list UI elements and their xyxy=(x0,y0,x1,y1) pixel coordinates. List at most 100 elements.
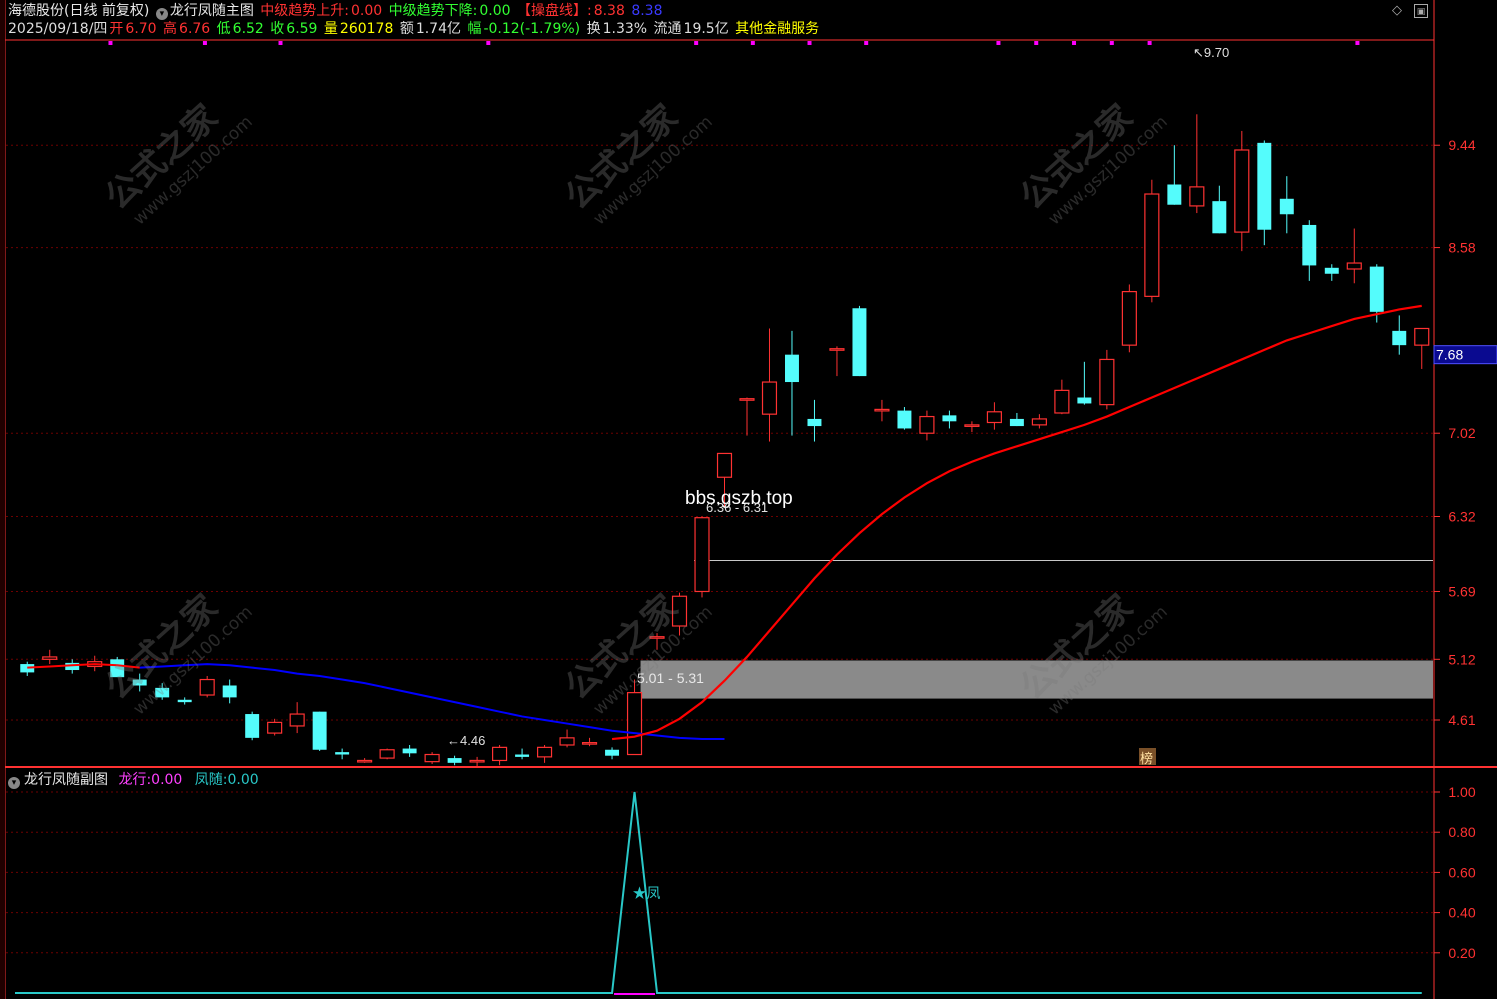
stock-name: 海德股份(日线 前复权) xyxy=(8,3,150,19)
signal-dot xyxy=(1109,41,1114,45)
candle-body xyxy=(807,418,822,427)
feng-value: 0.00 xyxy=(227,772,259,788)
candle-body xyxy=(1302,224,1317,266)
candle-body xyxy=(245,714,260,738)
sub-y-tick-label: 0.20 xyxy=(1448,945,1475,961)
candle-body xyxy=(132,679,147,686)
candle-body xyxy=(785,354,799,383)
quote-high: 6.76 xyxy=(179,21,211,37)
candle-body xyxy=(155,687,170,698)
candle-body xyxy=(694,517,710,593)
pan-value: 8.38 xyxy=(593,3,625,19)
candle-body xyxy=(379,749,395,759)
feng-sui-line xyxy=(15,791,1422,994)
candle-body xyxy=(671,595,688,627)
kline-chart-canvas[interactable]: 4.615.125.696.327.028.589.447.68bbs.gszb… xyxy=(0,0,1497,999)
trend-down-value: 0.00 xyxy=(479,3,511,19)
candle-body xyxy=(829,348,845,351)
signal-dot xyxy=(1034,41,1039,45)
candle-body xyxy=(1077,397,1092,404)
sub-dropdown-icon[interactable]: ▾ xyxy=(8,777,20,789)
pan-value2: 8.38 xyxy=(631,3,663,19)
candle-body xyxy=(312,711,327,750)
candle-body xyxy=(1257,142,1272,230)
candle-body xyxy=(1346,262,1362,270)
indicator-header: 海德股份(日线 前复权) ▾ 龙行凤随主图 中级趋势上升: 0.00 中级趋势下降:… xyxy=(8,3,664,20)
candle-body xyxy=(1369,266,1384,312)
signal-dot xyxy=(108,41,113,45)
candle-body xyxy=(986,411,1002,424)
candle-body xyxy=(289,713,305,727)
left-strip xyxy=(0,0,5,999)
sub-y-tick-label: 0.40 xyxy=(1448,905,1475,921)
candle-body xyxy=(222,685,237,698)
candle-body xyxy=(267,721,283,734)
y-tick-label: 8.58 xyxy=(1448,240,1475,256)
candle-body xyxy=(492,746,508,762)
feng-marker: ★凤 xyxy=(633,885,661,901)
candle-body xyxy=(919,415,935,434)
window-toggle-icon[interactable]: ▣ xyxy=(1414,4,1428,18)
candle-body xyxy=(357,759,373,763)
support-zone xyxy=(640,660,1433,699)
candle-body xyxy=(1392,330,1407,346)
candle-body xyxy=(177,699,192,703)
candle-body xyxy=(1009,418,1024,427)
y-tick-label: 7.02 xyxy=(1448,425,1475,441)
candle-body xyxy=(515,754,530,757)
sub-title: 龙行凤随副图 xyxy=(24,772,108,788)
candle-body xyxy=(110,659,125,678)
quote-open: 6.70 xyxy=(125,21,157,37)
candle-body xyxy=(1279,198,1294,215)
signal-dot xyxy=(278,41,283,45)
trend-up-value: 0.00 xyxy=(351,3,383,19)
candle-body xyxy=(897,410,912,429)
signal-dot xyxy=(202,41,207,45)
dropdown-icon[interactable]: ▾ xyxy=(155,8,168,20)
sub-y-tick-label: 0.80 xyxy=(1448,824,1475,840)
candle-body xyxy=(1121,291,1137,346)
signal-dot xyxy=(750,41,755,45)
y-tick-label: 5.12 xyxy=(1448,651,1475,667)
candle-body xyxy=(852,308,867,377)
pan-label: 【操盘线】: xyxy=(516,3,592,19)
peak-label: ↖9.70 xyxy=(1193,45,1229,60)
candle-body xyxy=(605,749,620,756)
signal-dot xyxy=(1072,41,1077,45)
y-tick-label: 4.61 xyxy=(1448,712,1475,728)
trend-down-label: 中级趋势下降: xyxy=(388,3,478,19)
quote-volume: 260178 xyxy=(339,21,394,37)
quote-float: 19.5亿 xyxy=(683,21,729,37)
range-high-label: 6.36 - 6.31 xyxy=(706,500,768,515)
signal-dot xyxy=(807,41,812,45)
last-price-label: 7.68 xyxy=(1436,347,1463,363)
diamond-icon[interactable]: ◇ xyxy=(1390,4,1404,18)
candle-body xyxy=(42,656,58,660)
y-tick-label: 6.32 xyxy=(1448,509,1475,525)
candle-body xyxy=(581,742,598,745)
candle-body xyxy=(469,759,485,763)
quote-bar: 2025/09/18/四开 6.70 高 6.76 低 6.52 收 6.59 量 260… xyxy=(8,21,820,37)
candle-body xyxy=(536,746,553,758)
quote-amount: 1.74亿 xyxy=(415,21,461,37)
y-tick-label: 5.69 xyxy=(1448,583,1475,599)
signal-dot xyxy=(486,41,491,45)
candle-body xyxy=(1212,201,1227,234)
candle-body xyxy=(716,452,733,478)
quote-low: 6.52 xyxy=(232,21,264,37)
candle-body xyxy=(874,408,890,412)
main-frame xyxy=(4,39,1435,768)
quote-date: 2025/09/18/四 xyxy=(8,21,108,37)
candle-body xyxy=(335,752,350,755)
bang-label: 榜 xyxy=(1140,751,1153,766)
indicator-name: 龙行凤随主图 xyxy=(169,3,254,19)
trend-up-label: 中级趋势上升: xyxy=(260,3,349,19)
feng-label: 凤随: xyxy=(194,772,228,788)
candle-body xyxy=(1054,389,1070,414)
candle-body xyxy=(424,753,440,763)
sub-y-tick-label: 1.00 xyxy=(1448,784,1475,800)
candle-body xyxy=(559,737,575,746)
quote-close: 6.59 xyxy=(286,21,318,37)
y-tick-label: 9.44 xyxy=(1448,137,1475,153)
candle-body xyxy=(1324,267,1339,274)
